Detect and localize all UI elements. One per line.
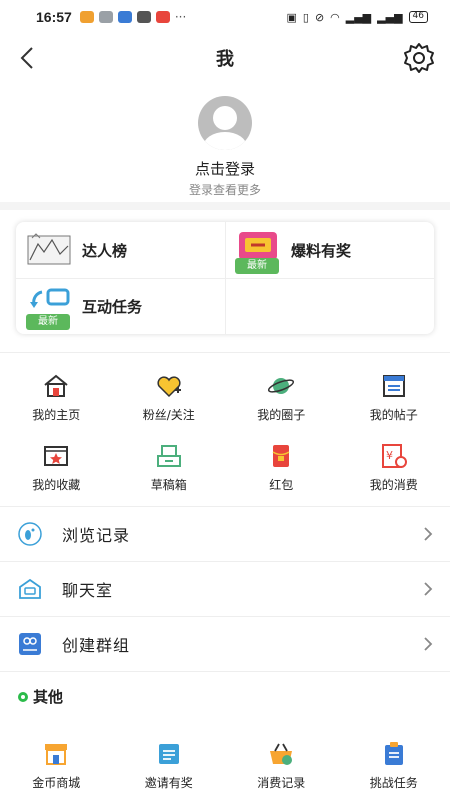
- grid-item-my-consumption[interactable]: ¥ 我的消费: [338, 442, 450, 493]
- grid-item-my-circle[interactable]: 我的圈子: [225, 372, 338, 423]
- grid-item-label: 消费记录: [257, 776, 306, 790]
- login-subtitle: 登录查看更多: [188, 183, 261, 197]
- section-divider: [0, 671, 450, 672]
- featured-label: 爆料有奖: [291, 241, 352, 260]
- shop-icon: [45, 744, 68, 765]
- news-notification-icon: [155, 11, 170, 23]
- mute-icon: ⊘: [314, 10, 325, 24]
- grid-item-my-homepage[interactable]: 我的主页: [0, 372, 113, 423]
- list-item-label: 创建群组: [62, 636, 131, 655]
- section-divider: [0, 202, 450, 210]
- grid-item-invite-reward[interactable]: 邀请有奖: [113, 740, 226, 791]
- grid-item-label: 我的帖子: [369, 408, 418, 422]
- top-bar: 我: [0, 34, 450, 82]
- consumption-icon: ¥: [381, 444, 407, 468]
- battery-icon: 46: [408, 11, 428, 23]
- posts-icon: [382, 375, 405, 397]
- grid-item-fans-follow[interactable]: 粉丝/关注: [113, 372, 226, 423]
- status-time: 16:57: [36, 9, 72, 25]
- login-link[interactable]: 点击登录: [195, 158, 255, 179]
- page-title: 我: [216, 49, 234, 70]
- home-icon: [44, 374, 68, 397]
- interactive-task-icon: 最新: [26, 286, 72, 330]
- grid-item-label: 邀请有奖: [144, 776, 193, 790]
- list-item-chat-room[interactable]: 聊天室: [0, 561, 450, 616]
- grid-item-label: 草稿箱: [150, 478, 187, 492]
- profile-section[interactable]: 点击登录 登录查看更多: [0, 90, 450, 200]
- new-badge: 最新: [26, 314, 70, 330]
- planet-icon: [268, 378, 295, 394]
- invite-icon: [158, 744, 179, 764]
- other-grid: 金币商城 邀请有奖 消费记录 挑战任务: [0, 740, 450, 791]
- footprint-icon: [18, 522, 42, 546]
- app-notification-icon: [117, 11, 132, 23]
- settings-gear-icon[interactable]: [402, 41, 436, 75]
- grid-item-drafts[interactable]: 草稿箱: [113, 442, 226, 493]
- signal-2-icon: ▂▄▆: [377, 10, 403, 24]
- grid-item-label: 我的消费: [369, 478, 418, 492]
- status-right: ▣ ▯ ⊘ ◠ ▂▄▆ ▂▄▆ 46: [286, 11, 428, 24]
- chatroom-icon: [19, 578, 41, 599]
- other-section-header: 其他: [18, 686, 63, 707]
- featured-interactive-task[interactable]: 最新 互动任务: [16, 278, 225, 334]
- heart-plus-icon: [157, 376, 181, 398]
- list-item-browse-history[interactable]: 浏览记录: [0, 506, 450, 561]
- list-item-label: 浏览记录: [62, 526, 131, 545]
- grid-item-my-posts[interactable]: 我的帖子: [338, 372, 450, 423]
- new-badge: 最新: [235, 258, 279, 274]
- list-item-label: 聊天室: [62, 581, 114, 600]
- grid-item-label: 我的主页: [32, 408, 81, 422]
- section-divider: [0, 352, 450, 353]
- signal-1-icon: ▂▄▆: [345, 10, 372, 24]
- grid-item-coin-mall[interactable]: 金币商城: [0, 740, 113, 791]
- grid-item-challenge-task[interactable]: 挑战任务: [338, 740, 450, 791]
- report-reward-icon: 最新: [235, 230, 281, 274]
- chevron-right-icon: [424, 582, 433, 596]
- function-grid-row-2: 我的收藏 草稿箱 红包 ¥ 我的消费: [0, 442, 450, 493]
- grid-item-label: 挑战任务: [369, 776, 418, 790]
- featured-talent-ranking[interactable]: 达人榜: [16, 222, 225, 278]
- vibrate-icon: ▯: [302, 10, 309, 24]
- grid-item-label: 红包: [269, 478, 294, 492]
- wechat-icon: [98, 11, 113, 23]
- featured-report-reward[interactable]: 最新 爆料有奖: [225, 222, 434, 278]
- grid-item-label: 粉丝/关注: [142, 408, 195, 422]
- create-group-icon: [19, 633, 41, 655]
- talent-ranking-icon: [27, 233, 71, 265]
- grid-item-label: 我的收藏: [32, 478, 81, 492]
- chevron-right-icon: [424, 527, 433, 541]
- function-grid-row-1: 我的主页 粉丝/关注 我的圈子 我的帖子: [0, 372, 450, 423]
- star-folder-icon: [44, 446, 69, 466]
- svg-text:¥: ¥: [386, 449, 393, 462]
- grid-item-red-packet[interactable]: 红包: [225, 442, 338, 493]
- grid-item-my-favorites[interactable]: 我的收藏: [0, 442, 113, 493]
- grid-item-label: 金币商城: [32, 776, 81, 790]
- nfc-icon: ▣: [286, 10, 297, 24]
- chevron-right-icon: [424, 637, 433, 651]
- gift-notification-icon: [136, 11, 151, 23]
- wifi-icon: ◠: [330, 10, 340, 24]
- section-title: 其他: [33, 688, 64, 706]
- list-item-create-group[interactable]: 创建群组: [0, 616, 450, 671]
- grid-item-consumption-record[interactable]: 消费记录: [225, 740, 338, 791]
- more-notifications-icon: ···: [174, 10, 187, 24]
- status-bar: 16:57 ··· ▣ ▯ ⊘ ◠ ▂▄▆ ▂▄▆ 46: [0, 0, 450, 34]
- red-packet-icon: [272, 445, 290, 467]
- featured-label: 达人榜: [82, 241, 128, 260]
- drafts-icon: [156, 445, 181, 467]
- avatar[interactable]: [198, 96, 252, 150]
- clipboard-icon: [384, 742, 403, 765]
- back-icon[interactable]: [14, 44, 42, 72]
- featured-label: 互动任务: [82, 297, 143, 316]
- section-dot-icon: [18, 691, 28, 702]
- basket-icon: [270, 743, 293, 765]
- grid-item-label: 我的圈子: [257, 408, 306, 422]
- notification-icon: [79, 11, 94, 23]
- featured-panel: 达人榜 最新 爆料有奖 最新 互动任务: [16, 222, 434, 334]
